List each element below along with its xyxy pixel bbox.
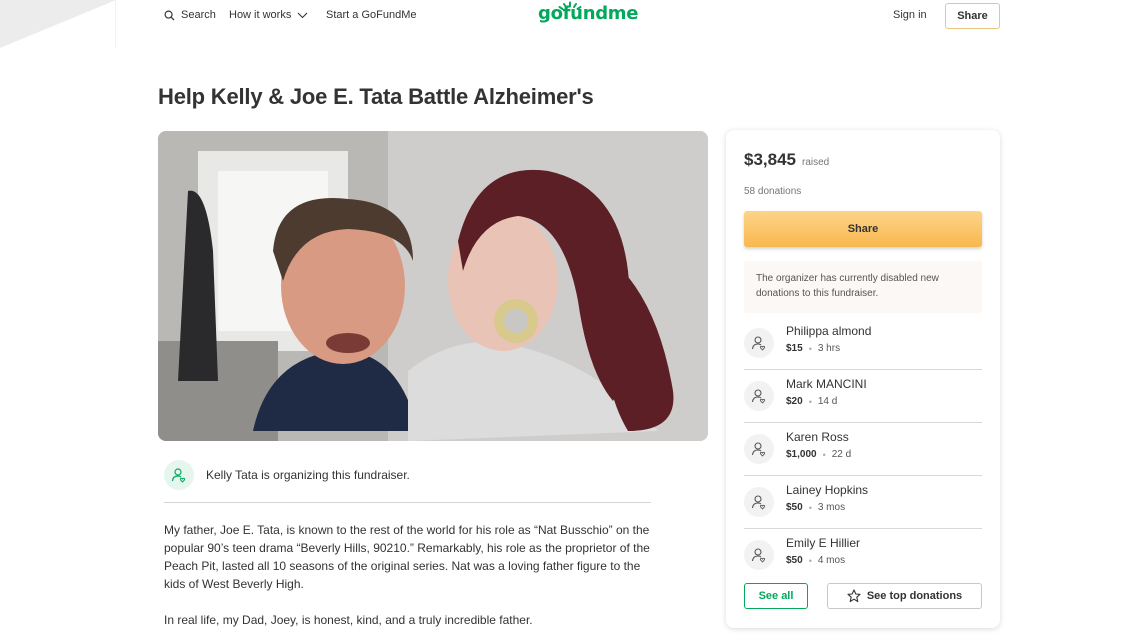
donor-name: Mark MANCINI [786,377,867,391]
story-paragraph: In real life, my Dad, Joey, is honest, k… [164,613,533,627]
donor-avatar [744,540,774,570]
donor-name: Karen Ross [786,430,849,444]
raised-label: raised [802,157,830,168]
raised-summary: $3,845 raised [744,150,829,170]
campaign-title: Help Kelly & Joe E. Tata Battle Alzheime… [158,84,594,109]
donor-amount: $15 [786,343,803,354]
see-all-button[interactable]: See all [744,583,808,609]
campaign-story: My father, Joe E. Tata, is known to the … [164,521,664,641]
donor-name: Philippa almond [786,324,872,338]
donor-time: 4 mos [817,555,846,566]
donations-count: 58 donations [744,186,802,197]
see-top-donations-button[interactable]: See top donations [827,583,982,609]
organizer-text: Kelly Tata is organizing this fundraiser… [206,468,410,482]
donor-item: Lainey Hopkins $50 • 3 mos [744,476,982,529]
donor-name: Emily E Hillier [786,536,861,550]
donor-time: 3 mos [817,502,846,513]
separator-dot: • [808,502,812,513]
donor-time: 14 d [817,396,838,407]
donations-disabled-notice: The organizer has currently disabled new… [744,261,982,313]
donation-sidebar: $3,845 raised 58 donations Share The org… [726,130,1000,628]
section-divider [164,502,651,503]
campaign-photo [158,131,708,441]
star-icon [847,589,861,603]
user-heart-icon [751,442,766,457]
chevron-down-icon [297,12,308,18]
donor-meta: $50 • 3 mos [786,502,845,513]
donor-amount: $50 [786,555,803,566]
user-heart-icon [751,389,766,404]
header-share-button[interactable]: Share [945,3,1000,29]
donor-avatar [744,487,774,517]
sidebar-share-button[interactable]: Share [744,211,982,247]
start-gofundme-label: Start a GoFundMe [326,9,417,21]
user-heart-icon [751,548,766,563]
start-gofundme-link[interactable]: Start a GoFundMe [326,9,417,21]
organizer-avatar [164,460,194,490]
donor-meta: $15 • 3 hrs [786,343,840,354]
donor-item: Karen Ross $1,000 • 22 d [744,423,982,476]
story-paragraph: My father, Joe E. Tata, is known to the … [164,523,650,591]
donor-amount: $20 [786,396,803,407]
separator-dot: • [822,449,826,460]
user-heart-icon [751,495,766,510]
donor-meta: $1,000 • 22 d [786,449,851,460]
search-label: Search [181,9,216,21]
donor-avatar [744,381,774,411]
user-heart-icon [171,468,186,483]
donor-name: Lainey Hopkins [786,483,869,497]
how-it-works-menu[interactable]: How it works [229,9,308,21]
separator-dot: • [808,343,812,354]
separator-dot: • [808,396,812,407]
donor-amount: $50 [786,502,803,513]
search-link[interactable]: Search [164,9,216,21]
donor-item: Emily E Hillier $50 • 4 mos [744,529,982,582]
donor-item: Mark MANCINI $20 • 14 d [744,370,982,423]
top-navigation: Search How it works Start a GoFundMe gof… [0,0,1140,34]
sign-in-link[interactable]: Sign in [893,9,927,21]
user-heart-icon [751,336,766,351]
search-icon [164,10,175,21]
gofundme-logo[interactable]: gofundme [538,3,638,24]
donor-avatar [744,434,774,464]
donor-time: 22 d [831,449,852,460]
donor-amount: $1,000 [786,449,817,460]
separator-dot: • [808,555,812,566]
donor-meta: $20 • 14 d [786,396,837,407]
donor-meta: $50 • 4 mos [786,555,845,566]
how-it-works-label: How it works [229,9,292,21]
donor-time: 3 hrs [817,343,841,354]
raised-amount: $3,845 [744,150,796,169]
see-top-donations-label: See top donations [866,590,963,602]
donor-avatar [744,328,774,358]
donor-item: Philippa almond $15 • 3 hrs [744,317,982,370]
organizer-row: Kelly Tata is organizing this fundraiser… [164,460,410,490]
